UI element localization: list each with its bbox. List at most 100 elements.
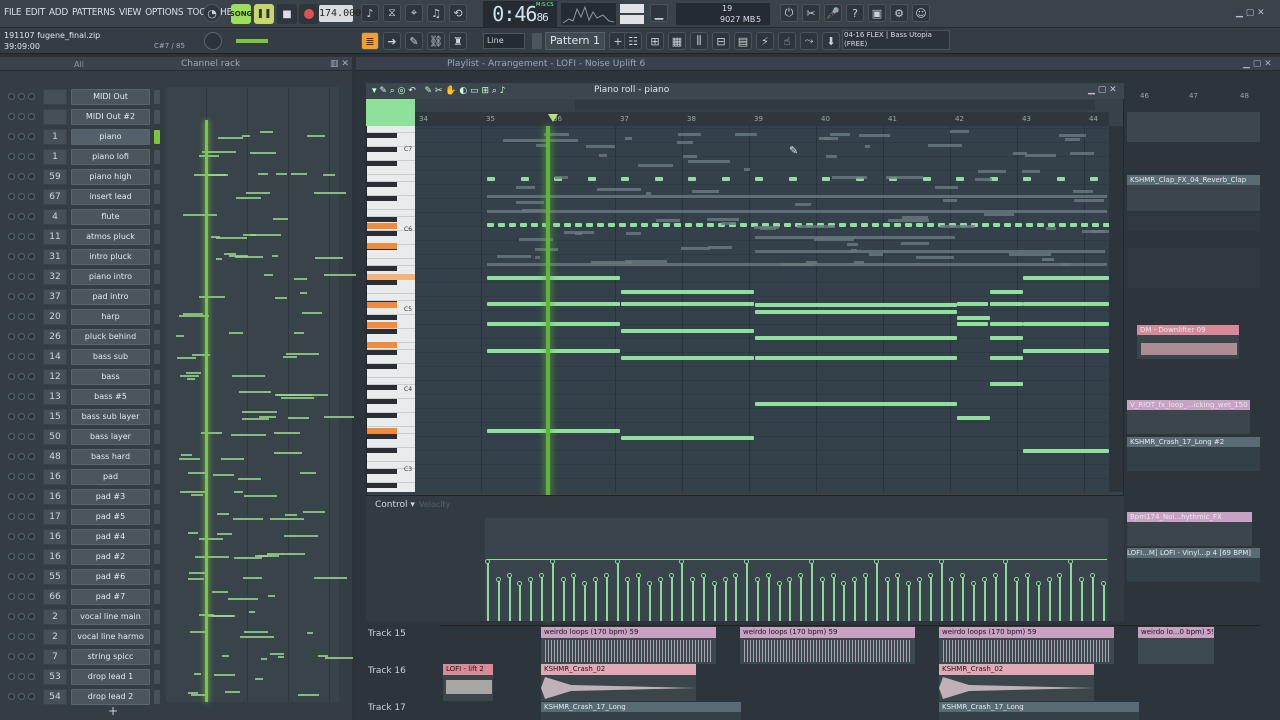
channel-name-button[interactable]: drop lead 2 (71, 689, 150, 705)
led-icon[interactable] (28, 693, 35, 700)
black-key[interactable] (367, 133, 397, 138)
note[interactable] (755, 303, 957, 307)
black-key[interactable] (367, 147, 397, 152)
channel-select[interactable] (154, 350, 160, 364)
channel-select[interactable] (154, 430, 160, 444)
channel-select[interactable] (154, 670, 160, 684)
note[interactable] (722, 177, 730, 181)
velocity-bar[interactable] (681, 561, 683, 621)
plugin-icon[interactable]: ⚙ (890, 4, 908, 22)
channel-row[interactable]: 50 bass layer (0, 427, 352, 447)
channel-leds[interactable] (8, 513, 35, 520)
channel-row[interactable]: 7 string spicc (0, 647, 352, 667)
velocity-handle[interactable] (712, 581, 717, 586)
white-key[interactable] (367, 420, 415, 427)
channel-row[interactable]: 1 piano (0, 127, 352, 147)
velocity-handle[interactable] (971, 581, 976, 586)
velocity-bar[interactable] (1016, 579, 1018, 621)
velocity-lane[interactable] (485, 518, 1108, 621)
clip-right-1[interactable] (1127, 112, 1260, 142)
channel-name-button[interactable]: bass hard (71, 449, 150, 465)
note[interactable] (822, 177, 830, 181)
channel-row[interactable]: 12 bass (0, 367, 352, 387)
channel-select[interactable] (154, 630, 160, 644)
black-key[interactable] (367, 280, 397, 285)
channel-leds[interactable] (8, 353, 35, 360)
channel-mixer-track[interactable]: 59 (43, 169, 67, 185)
note[interactable] (663, 223, 670, 227)
channel-name-button[interactable]: drop lead 1 (71, 669, 150, 685)
note[interactable] (621, 177, 629, 181)
note[interactable] (1023, 449, 1109, 453)
channel-name-button[interactable]: piano lofi (71, 149, 150, 165)
note[interactable] (1026, 223, 1033, 227)
channel-mixer-track[interactable]: 7 (43, 649, 67, 665)
led-icon[interactable] (8, 253, 15, 260)
playlist-snap-icon[interactable]: ≣ (361, 32, 379, 50)
led-icon[interactable] (18, 93, 25, 100)
channel-row[interactable]: 4 flute (0, 207, 352, 227)
channel-mixer-track[interactable]: 50 (43, 429, 67, 445)
velocity-handle[interactable] (960, 573, 965, 578)
channel-leds[interactable] (8, 653, 35, 660)
velocity-handle[interactable] (604, 573, 609, 578)
playhead-marker-icon[interactable] (548, 114, 558, 122)
led-icon[interactable] (18, 153, 25, 160)
led-icon[interactable] (28, 253, 35, 260)
channel-mixer-track[interactable]: 53 (43, 669, 67, 685)
velocity-handle[interactable] (917, 577, 922, 582)
black-key[interactable] (367, 448, 397, 453)
channel-select[interactable] (154, 470, 160, 484)
note[interactable] (696, 223, 703, 227)
channel-select[interactable] (154, 450, 160, 464)
note[interactable] (1023, 349, 1109, 353)
note[interactable] (1090, 177, 1098, 181)
velocity-bar[interactable] (854, 579, 856, 621)
black-key[interactable] (367, 217, 397, 222)
led-icon[interactable] (28, 433, 35, 440)
velocity-handle[interactable] (906, 581, 911, 586)
piano-roll-mini-map-toggle[interactable] (366, 99, 415, 126)
channel-select[interactable] (154, 590, 160, 604)
note[interactable] (990, 336, 1023, 340)
channel-leds[interactable] (8, 593, 35, 600)
playlist-window-controls[interactable]: ▁ ▢ ✕ (1243, 59, 1272, 69)
channel-leds[interactable] (8, 613, 35, 620)
white-key[interactable] (367, 259, 415, 266)
white-key[interactable] (367, 252, 415, 259)
note[interactable] (588, 177, 596, 181)
velocity-handle[interactable] (593, 577, 598, 582)
velocity-bar[interactable] (584, 583, 586, 621)
velocity-bar[interactable] (962, 575, 964, 621)
led-icon[interactable] (18, 493, 25, 500)
snap-select[interactable]: Line (483, 33, 525, 49)
velocity-bar[interactable] (984, 579, 986, 621)
menu-patterns[interactable]: PATTERNS (72, 7, 115, 18)
note[interactable] (487, 322, 620, 326)
channel-mixer-track[interactable]: 54 (43, 689, 67, 705)
note[interactable] (957, 316, 990, 320)
note[interactable] (1015, 223, 1022, 227)
channel-mixer-track[interactable]: 11 (43, 229, 67, 245)
channel-mixer-track[interactable]: 48 (43, 449, 67, 465)
velocity-bar[interactable] (1081, 579, 1083, 621)
mixer-icon[interactable]: ✂ (802, 4, 820, 22)
velocity-handle[interactable] (496, 577, 501, 582)
led-icon[interactable] (28, 373, 35, 380)
velocity-bar[interactable] (779, 583, 781, 621)
channel-name-button[interactable]: pad #2 (71, 549, 150, 565)
plug-icon[interactable]: ⚡ (756, 32, 774, 50)
led-icon[interactable] (28, 333, 35, 340)
velocity-handle[interactable] (1101, 581, 1106, 586)
channel-filter[interactable]: All (74, 60, 84, 69)
white-key[interactable] (367, 287, 415, 294)
note[interactable] (621, 290, 754, 294)
song-mode-button[interactable]: SONG (230, 4, 252, 24)
white-key[interactable] (367, 294, 415, 301)
led-icon[interactable] (18, 173, 25, 180)
tempo-tap-icon[interactable]: ⤳ (800, 32, 818, 50)
menu-edit[interactable]: EDIT (25, 7, 45, 18)
led-icon[interactable] (28, 193, 35, 200)
channel-mixer-track[interactable]: 15 (43, 409, 67, 425)
channel-leds[interactable] (8, 273, 35, 280)
